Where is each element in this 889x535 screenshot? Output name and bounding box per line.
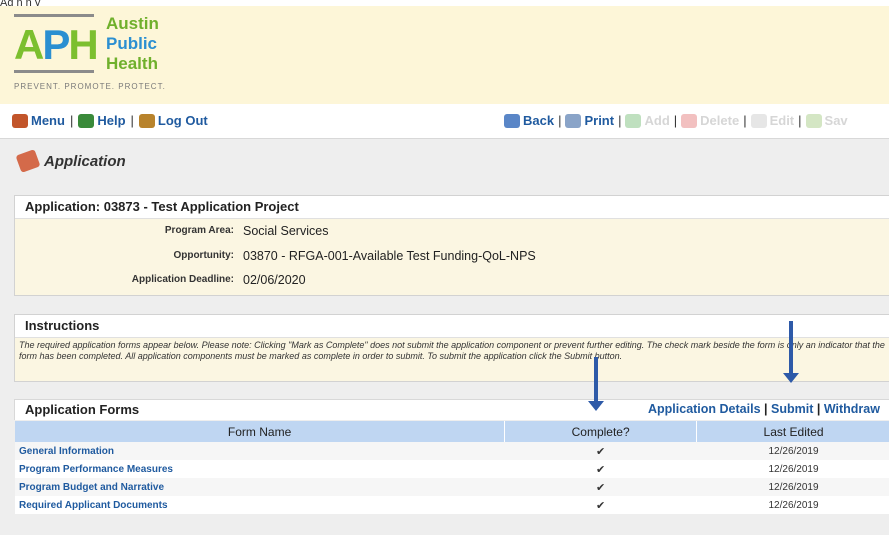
form-link[interactable]: Program Budget and Narrative [15, 478, 505, 496]
add-button[interactable]: Add [625, 113, 670, 128]
form-link[interactable]: General Information [15, 442, 505, 460]
application-details-link[interactable]: Application Details [648, 402, 761, 416]
complete-check-icon: ✔ [504, 460, 697, 478]
logo-rule-top [14, 14, 94, 17]
logo-rule-bottom [14, 70, 94, 73]
instructions-panel: Instructions The required application fo… [14, 314, 889, 382]
form-link[interactable]: Program Performance Measures [15, 460, 505, 478]
application-forms-title: Application Forms [25, 402, 140, 417]
table-row: Required Applicant Documents ✔ 12/26/201… [15, 496, 889, 514]
delete-button[interactable]: Delete [681, 113, 739, 128]
last-edited-date: 12/26/2019 [696, 442, 889, 460]
tagline: PREVENT. PROMOTE. PROTECT. [14, 82, 166, 91]
instructions-text: The required application forms appear be… [19, 340, 885, 361]
last-edited-date: 12/26/2019 [696, 460, 889, 478]
column-header-form-name: Form Name [15, 421, 506, 442]
print-icon [565, 113, 582, 128]
complete-check-icon: ✔ [504, 496, 697, 514]
application-panel: Application: 03873 - Test Application Pr… [14, 195, 889, 296]
annotation-arrow-complete [588, 357, 604, 411]
table-row: Program Performance Measures ✔ 12/26/201… [15, 460, 889, 478]
add-icon [625, 113, 642, 128]
complete-check-icon: ✔ [504, 442, 697, 460]
save-icon [805, 113, 822, 128]
edit-icon [750, 113, 767, 128]
print-button[interactable]: Print [565, 113, 614, 128]
opportunity-label: Opportunity: [173, 250, 234, 261]
form-link[interactable]: Required Applicant Documents [15, 496, 505, 514]
opportunity-value: 03870 - RFGA-001-Available Test Funding-… [243, 249, 536, 263]
delete-x-icon [681, 113, 698, 128]
program-area-value: Social Services [243, 224, 329, 238]
aph-logo: APH [14, 21, 99, 68]
help-link[interactable]: Help [78, 113, 126, 128]
withdraw-link[interactable]: Withdraw [824, 402, 880, 416]
save-button[interactable]: Sav [805, 113, 848, 128]
deadline-label: Application Deadline: [131, 274, 234, 285]
back-arrow-icon [504, 113, 520, 128]
application-forms-header-bar: Application Forms Application Details | … [14, 399, 889, 420]
edit-button[interactable]: Edit [750, 113, 794, 128]
page-title: Application [15, 149, 126, 173]
logout-link[interactable]: Log Out [138, 113, 208, 128]
last-edited-date: 12/26/2019 [696, 478, 889, 496]
instructions-header: Instructions [15, 315, 889, 338]
brand-name: Austin Public Health [106, 14, 159, 73]
back-button[interactable]: Back [504, 113, 554, 128]
table-row: General Information ✔ 12/26/2019 [15, 442, 889, 460]
column-header-complete: Complete? [504, 421, 698, 442]
last-edited-date: 12/26/2019 [696, 496, 889, 514]
deadline-value: 02/06/2020 [243, 273, 306, 287]
annotation-arrow-submit [783, 321, 799, 383]
menu-icon [12, 113, 28, 128]
complete-check-icon: ✔ [504, 478, 697, 496]
application-icon [15, 149, 41, 173]
application-header: Application: 03873 - Test Application Pr… [15, 196, 889, 219]
application-forms-table: Form Name Complete? Last Edited General … [15, 421, 889, 514]
menu-link[interactable]: Menu [12, 113, 65, 128]
program-area-label: Program Area: [164, 225, 234, 236]
help-person-icon [78, 113, 95, 128]
logout-icon [138, 113, 155, 128]
header-banner: APH Austin Public Health PREVENT. PROMOT… [0, 6, 889, 104]
submit-link[interactable]: Submit [771, 402, 813, 416]
table-row: Program Budget and Narrative ✔ 12/26/201… [15, 478, 889, 496]
column-header-last-edited: Last Edited [696, 421, 889, 442]
toolbar: Menu | Help | Log Out Back | Print | Add… [0, 104, 889, 139]
